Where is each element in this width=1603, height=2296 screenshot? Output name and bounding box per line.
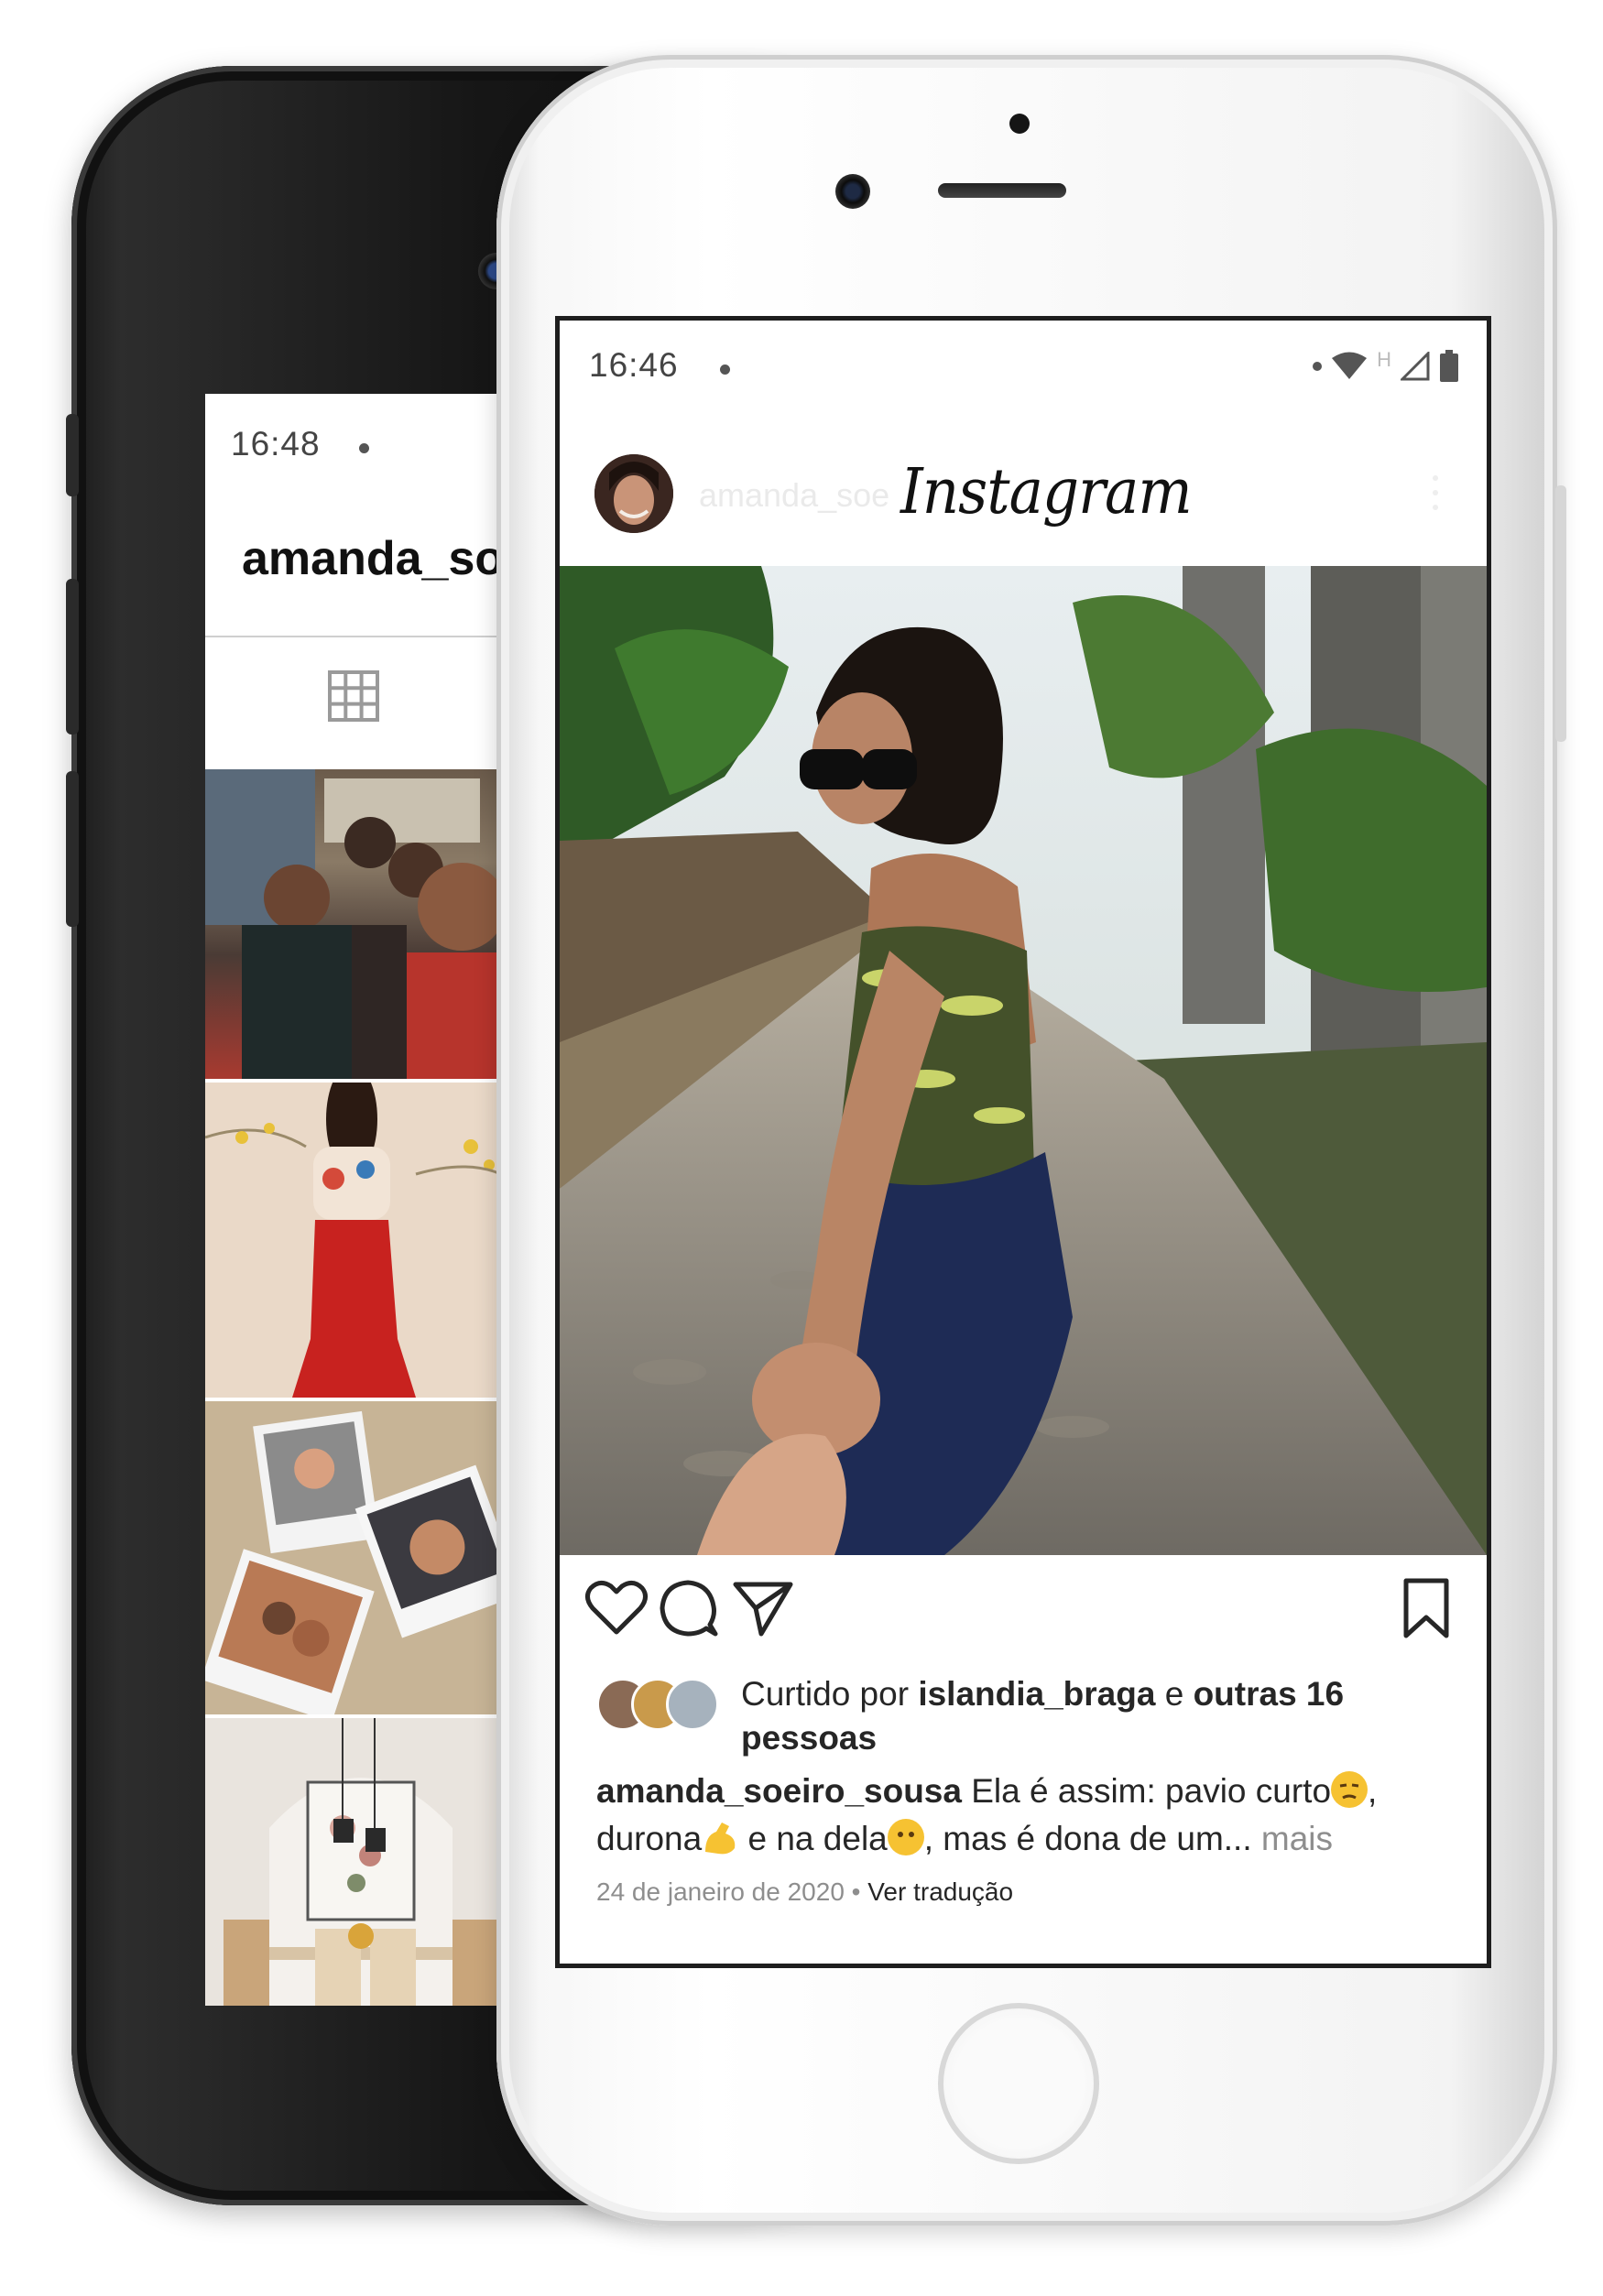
caption-username[interactable]: amanda_soeiro_sousa (596, 1772, 962, 1810)
post-actions (560, 1575, 1487, 1649)
grid-photo-dining-room[interactable] (205, 1718, 517, 2006)
send-icon[interactable] (730, 1575, 796, 1641)
proximity-sensor (1009, 114, 1030, 134)
liked-by-user[interactable]: islandia_braga (918, 1675, 1155, 1713)
caption-text: e na dela (738, 1820, 888, 1857)
unamused-face-emoji (1331, 1771, 1369, 1808)
avatar (666, 1678, 719, 1731)
likes-joiner: e (1155, 1675, 1194, 1713)
front-camera (835, 174, 870, 209)
likes-prefix: Curtido por (741, 1675, 919, 1713)
wifi-icon (1332, 352, 1368, 379)
status-icons: H (1313, 346, 1459, 386)
liked-by-avatars[interactable] (596, 1678, 725, 1731)
dot-icon (1313, 362, 1323, 371)
instagram-logo: Instagram (900, 456, 1193, 528)
post-username[interactable]: amanda_soe (699, 476, 889, 515)
grid-photo-red-skirt[interactable] (205, 1083, 517, 1398)
grid-photo-group[interactable] (205, 769, 517, 1079)
heart-icon[interactable] (583, 1575, 649, 1641)
caption-more-link[interactable]: mais (1252, 1820, 1333, 1857)
post-date: 24 de janeiro de 2020 (596, 1877, 845, 1906)
grid-icon[interactable] (328, 670, 379, 722)
separator: • (844, 1877, 868, 1906)
bookmark-icon[interactable] (1393, 1575, 1459, 1641)
flexed-biceps-emoji (702, 1819, 738, 1855)
avatar[interactable] (594, 454, 673, 533)
side-button (1555, 485, 1566, 742)
volume-down-button (66, 771, 79, 927)
grid-photo-polaroids[interactable] (205, 1401, 517, 1714)
network-type: H (1377, 348, 1391, 371)
status-time: 16:46 (589, 346, 679, 384)
comment-icon[interactable] (655, 1575, 721, 1641)
notification-dot (720, 365, 730, 375)
instagram-post-screen: 16:46 H amanda_soe Instagram Curtido por… (555, 316, 1491, 1968)
battery-icon (1440, 350, 1458, 382)
more-options-icon[interactable] (1430, 473, 1441, 513)
notification-dot (359, 443, 369, 453)
caption-text: Ela é assim: pavio curto (961, 1772, 1332, 1810)
caption-ellipsis: ... (1223, 1820, 1252, 1857)
post-date-line: 24 de janeiro de 2020 • Ver tradução (596, 1877, 1013, 1907)
volume-up-button (66, 579, 79, 735)
home-button[interactable] (938, 2003, 1099, 2164)
post-header: amanda_soe Instagram (560, 429, 1487, 550)
caption-text: , mas é dona de um (923, 1820, 1224, 1857)
signal-icon (1401, 352, 1430, 381)
status-time: 16:48 (231, 425, 321, 462)
liked-by-text[interactable]: Curtido por islandia_braga e outras 16 p… (741, 1672, 1401, 1760)
see-translation-link[interactable]: Ver tradução (867, 1877, 1013, 1906)
post-image[interactable] (560, 566, 1487, 1555)
face-without-mouth-emoji (887, 1819, 924, 1855)
mute-switch (66, 414, 79, 496)
post-caption: amanda_soeiro_sousa Ela é assim: pavio c… (596, 1768, 1457, 1863)
earpiece-speaker (938, 183, 1066, 198)
